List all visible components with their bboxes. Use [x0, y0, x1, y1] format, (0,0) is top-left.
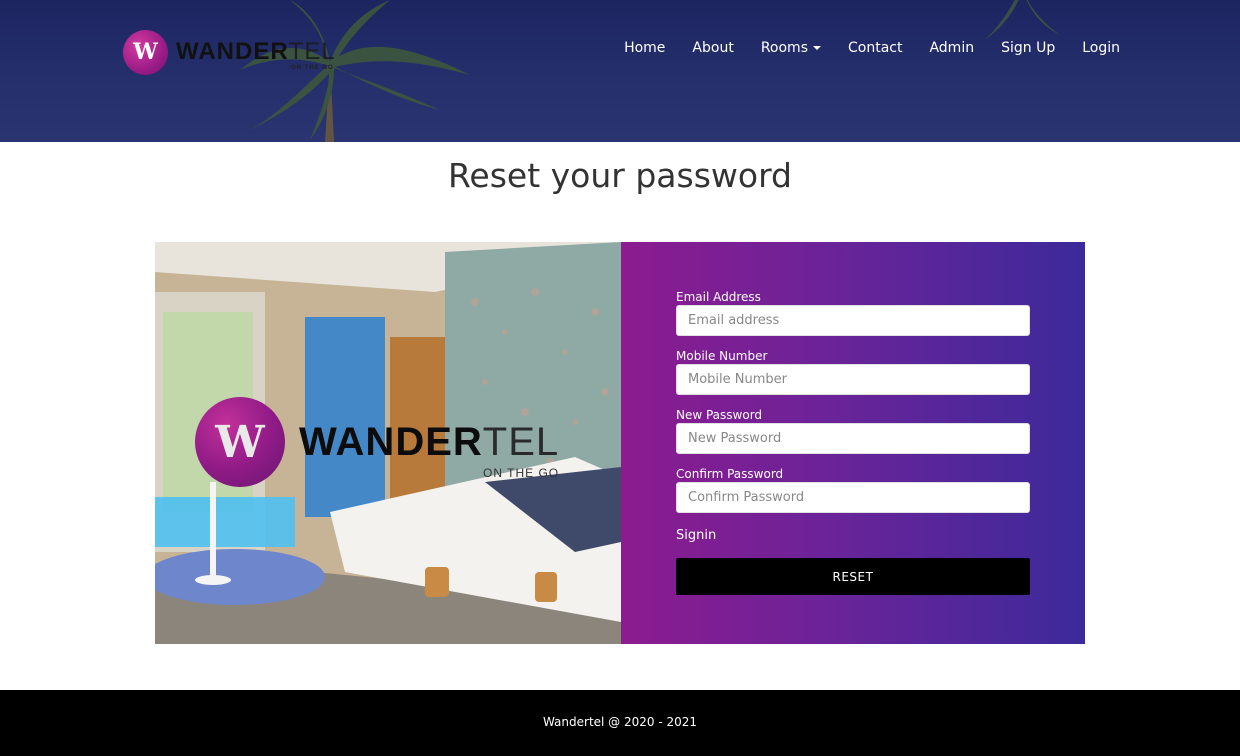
photo-brand-tagline: ON THE GO [483, 465, 560, 480]
nav-sign-up[interactable]: Sign Up [1001, 40, 1055, 56]
site-header: W WANDERTEL ON THE GO Home About Rooms C… [0, 0, 1240, 142]
brand-tagline: ON THE GO [291, 65, 334, 71]
confirm-password-label: Confirm Password [676, 467, 784, 481]
new-password-field-group: New Password [676, 408, 1030, 454]
footer-copyright: Wandertel @ 2020 - 2021 [542, 715, 698, 729]
nav-contact[interactable]: Contact [848, 40, 902, 56]
reset-card: W WANDERTEL ON THE GO Email Address Mobi… [155, 242, 1085, 644]
reset-form: Email Address Mobile Number New Password… [621, 242, 1085, 644]
new-password-label: New Password [676, 408, 763, 422]
signin-link[interactable]: Signin [676, 528, 716, 543]
nav-home[interactable]: Home [624, 40, 665, 56]
nav-about[interactable]: About [692, 40, 733, 56]
brand-name-main: WANDER [176, 38, 289, 65]
photo-brand-name-tail: TEL [482, 419, 560, 464]
new-password-field[interactable] [676, 423, 1030, 454]
nav-login[interactable]: Login [1082, 40, 1120, 56]
mobile-field-group: Mobile Number [676, 349, 1030, 395]
logo-w-icon: W [123, 29, 168, 75]
brand-name-tail: TEL [288, 38, 336, 65]
confirm-password-field-group: Confirm Password [676, 467, 1030, 513]
main-nav: Home About Rooms Contact Admin Sign Up L… [597, 40, 1120, 56]
nav-admin[interactable]: Admin [929, 40, 974, 56]
hotel-room-photo: W WANDERTEL ON THE GO [155, 242, 621, 644]
reset-button[interactable]: RESET [676, 558, 1030, 595]
mobile-label: Mobile Number [676, 349, 768, 363]
photo-brand-logo: W WANDERTEL ON THE GO [195, 397, 559, 487]
page-title: Reset your password [447, 156, 793, 195]
caret-down-icon [813, 46, 821, 50]
email-field[interactable] [676, 305, 1030, 336]
photo-logo-letter: W [215, 416, 265, 468]
email-field-group: Email Address [676, 290, 1030, 336]
nav-rooms[interactable]: Rooms [761, 40, 821, 56]
photo-brand-name: WANDERTEL ON THE GO [299, 419, 560, 480]
brand-logo[interactable]: W WANDERTEL ON THE GO [123, 28, 336, 76]
confirm-password-field[interactable] [676, 482, 1030, 513]
email-label: Email Address [676, 290, 761, 304]
logo-letter: W [133, 39, 158, 65]
site-footer: Wandertel @ 2020 - 2021 [0, 690, 1240, 756]
nav-rooms-label: Rooms [760, 40, 808, 56]
mobile-field[interactable] [676, 364, 1030, 395]
logo-w-icon: W [195, 397, 285, 487]
brand-name: WANDERTEL ON THE GO [176, 38, 336, 71]
photo-brand-name-main: WANDER [299, 419, 483, 464]
